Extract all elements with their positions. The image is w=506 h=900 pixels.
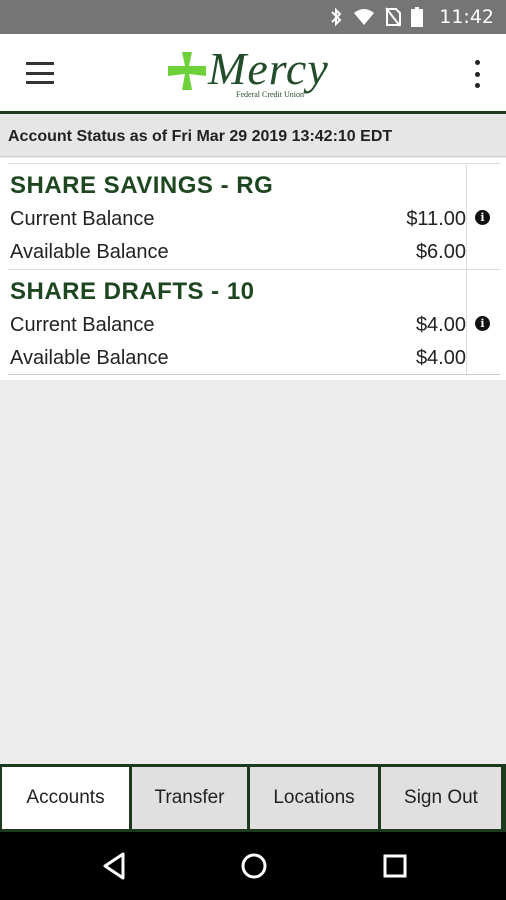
home-icon[interactable] <box>240 852 268 880</box>
current-balance-label: Current Balance <box>10 208 155 230</box>
tab-transfer[interactable]: Transfer <box>132 767 247 829</box>
info-icon[interactable]: i <box>475 210 490 225</box>
app-bar: Mercy Federal Credit Union <box>0 34 506 114</box>
cross-icon <box>168 52 206 90</box>
no-sim-icon <box>385 7 402 27</box>
current-balance-row: Current Balance $11.00 <box>10 208 466 231</box>
available-balance-value: $4.00 <box>415 347 466 369</box>
available-balance-label: Available Balance <box>10 347 169 369</box>
back-icon[interactable] <box>101 852 127 880</box>
account-card[interactable]: SHARE DRAFTS - 10 Current Balance $4.00 … <box>8 269 500 375</box>
account-status-line: Account Status as of Fri Mar 29 2019 13:… <box>0 117 506 157</box>
android-nav-bar <box>0 832 506 900</box>
account-card[interactable]: SHARE SAVINGS - RG Current Balance $11.0… <box>8 163 500 269</box>
tab-sign-out[interactable]: Sign Out <box>381 767 501 829</box>
overflow-menu-icon[interactable] <box>472 60 482 88</box>
available-balance-value: $6.00 <box>415 241 466 263</box>
logo-wordmark: Mercy <box>208 43 329 94</box>
status-bar: 11:42 <box>0 0 506 34</box>
recents-icon[interactable] <box>383 854 407 878</box>
logo-subtitle: Federal Credit Union <box>236 90 304 99</box>
available-balance-row: Available Balance $6.00 <box>10 241 466 264</box>
account-title: SHARE SAVINGS - RG <box>10 172 274 199</box>
wifi-icon <box>354 9 375 25</box>
accounts-list: SHARE SAVINGS - RG Current Balance $11.0… <box>0 158 506 380</box>
tab-locations[interactable]: Locations <box>250 767 378 829</box>
account-title: SHARE DRAFTS - 10 <box>10 278 255 305</box>
current-balance-value: $4.00 <box>415 314 466 336</box>
tab-accounts[interactable]: Accounts <box>2 767 129 829</box>
bluetooth-icon <box>331 7 342 27</box>
hamburger-menu-icon[interactable] <box>26 62 54 84</box>
mercy-logo: Mercy Federal Credit Union <box>166 42 346 108</box>
current-balance-row: Current Balance $4.00 <box>10 314 466 337</box>
current-balance-value: $11.00 <box>406 208 466 230</box>
available-balance-label: Available Balance <box>10 241 169 263</box>
bottom-tab-bar: Accounts Transfer Locations Sign Out <box>0 764 506 832</box>
battery-icon <box>411 7 424 27</box>
info-icon[interactable]: i <box>475 316 490 331</box>
available-balance-row: Available Balance $4.00 <box>10 347 466 370</box>
current-balance-label: Current Balance <box>10 314 155 336</box>
clock: 11:42 <box>439 6 494 28</box>
